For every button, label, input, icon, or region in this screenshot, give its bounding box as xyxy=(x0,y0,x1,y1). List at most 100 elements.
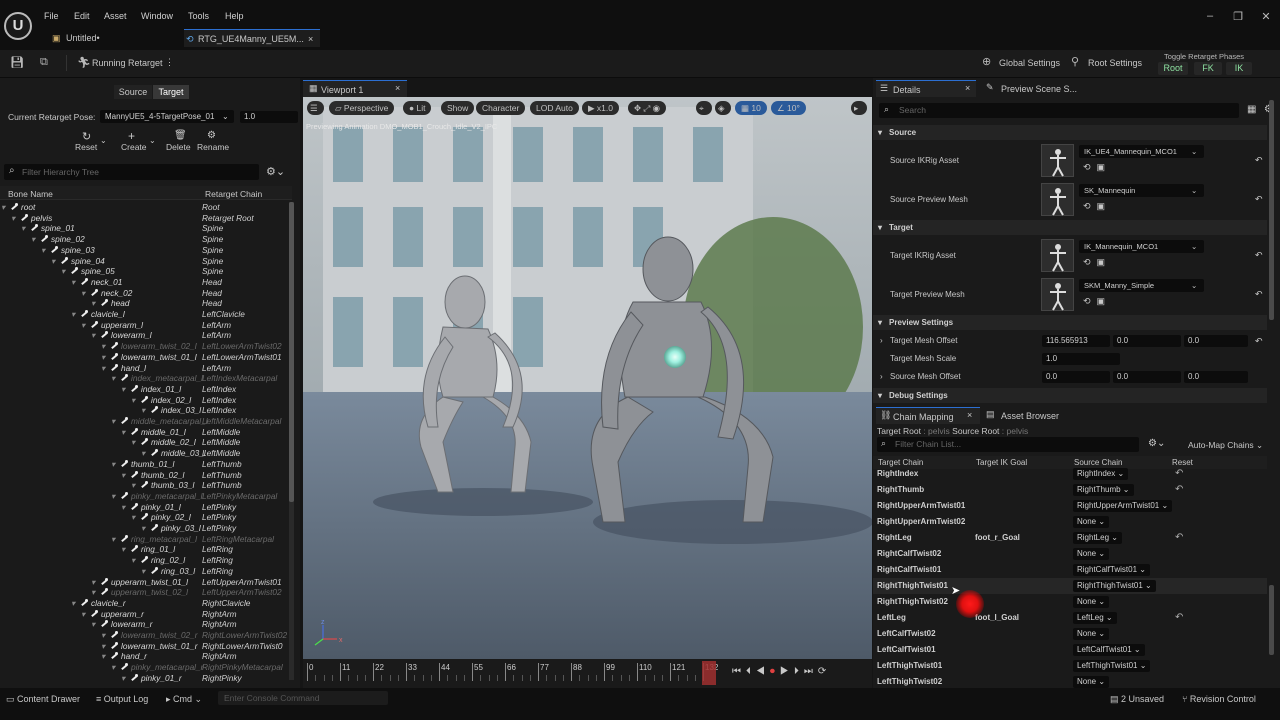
timeline-ruler[interactable]: 0112233445566778899110121132 xyxy=(305,661,725,685)
phase-ik-toggle[interactable]: IK xyxy=(1226,62,1252,75)
chain-mapping-row[interactable]: LeftCalfTwist01 LeftCalfTwist01 ⌄ xyxy=(873,642,1267,658)
expand-arrow-icon[interactable]: ▾ xyxy=(121,502,125,513)
hierarchy-search-input[interactable]: ⌕ Filter Hierarchy Tree xyxy=(4,164,259,180)
expand-arrow-icon[interactable]: ▾ xyxy=(141,566,145,577)
play-speed-button[interactable]: ▶ x1.0 xyxy=(582,101,619,115)
rename-button[interactable]: ⚙ Rename xyxy=(196,130,230,152)
expand-arrow-icon[interactable]: ▾ xyxy=(141,448,145,459)
source-chain-dropdown[interactable]: RightIndex ⌄ xyxy=(1073,468,1129,480)
unreal-logo-icon[interactable]: U xyxy=(4,12,32,40)
expand-arrow-icon[interactable]: ▾ xyxy=(31,234,35,245)
target-offset-y-field[interactable]: 0.0 xyxy=(1113,335,1181,347)
expand-arrow-icon[interactable]: ▾ xyxy=(91,577,95,588)
source-chain-dropdown[interactable]: None ⌄ xyxy=(1073,516,1110,528)
details-search-input[interactable]: ⌕ Search xyxy=(879,103,1239,118)
source-ikrig-dropdown[interactable]: IK_UE4_Mannequin_MCO1 ⌄ xyxy=(1079,145,1204,158)
chain-mapping-row[interactable]: RightThumb RightThumb ⌄ ↶ xyxy=(873,482,1267,498)
chain-mapping-row[interactable]: RightUpperArmTwist02 None ⌄ xyxy=(873,514,1267,530)
reset-arrow-icon[interactable]: ↶ xyxy=(1175,482,1183,498)
expand-arrow-icon[interactable]: ▾ xyxy=(111,534,115,545)
source-chain-dropdown[interactable]: LeftLeg ⌄ xyxy=(1073,612,1117,624)
expand-arrow-icon[interactable]: ▾ xyxy=(91,298,95,309)
bone-row[interactable]: ▾ upperarm_l LeftArm xyxy=(0,320,292,331)
bone-row[interactable]: ▾ pinky_02_l LeftPinky xyxy=(0,512,292,523)
expand-arrow-icon[interactable]: ▾ xyxy=(81,288,85,299)
rotation-snap-button[interactable]: ∠ 10° xyxy=(771,101,806,115)
target-mesh-dropdown[interactable]: SKM_Manny_Simple ⌄ xyxy=(1079,279,1204,292)
reset-arrow-icon[interactable]: ↶ xyxy=(1255,250,1263,261)
chain-mapping-row[interactable]: LeftCalfTwist02 None ⌄ xyxy=(873,626,1267,642)
source-chain-dropdown[interactable]: None ⌄ xyxy=(1073,596,1110,608)
record-icon[interactable]: ⏺ xyxy=(770,666,780,677)
bone-row[interactable]: ▾ index_03_l LeftIndex xyxy=(0,405,292,416)
bone-row[interactable]: ▾ spine_04 Spine xyxy=(0,256,292,267)
reset-arrow-icon[interactable]: ↶ xyxy=(1255,194,1263,205)
global-settings-button[interactable]: ⊕ Global Settings xyxy=(982,56,1062,70)
expand-arrow-icon[interactable]: ▾ xyxy=(131,437,135,448)
expand-arrow-icon[interactable]: ▾ xyxy=(11,213,15,224)
details-scrollbar[interactable] xyxy=(1269,100,1274,320)
tab-untitled[interactable]: ▣ Untitled• xyxy=(52,29,182,47)
chain-mapping-row[interactable]: RightLeg foot_r_Goal RightLeg ⌄ ↶ xyxy=(873,530,1267,546)
expand-arrow-icon[interactable]: ▾ xyxy=(111,491,115,502)
expand-arrow-icon[interactable]: ▾ xyxy=(71,598,75,609)
chain-mapping-row[interactable]: RightCalfTwist02 None ⌄ xyxy=(873,546,1267,562)
bone-row[interactable]: ▾ lowerarm_l LeftArm xyxy=(0,330,292,341)
chain-mapping-tab[interactable]: ⛓︎ Chain Mapping × xyxy=(876,407,980,424)
source-offset-z-field[interactable]: 0.0 xyxy=(1184,371,1248,383)
chain-mapping-row[interactable]: RightIndex RightIndex ⌄ ↶ xyxy=(873,466,1267,482)
expand-arrow-icon[interactable]: ▾ xyxy=(51,256,55,267)
source-chain-dropdown[interactable]: RightThumb ⌄ xyxy=(1073,484,1134,496)
reset-arrow-icon[interactable]: ↶ xyxy=(1255,336,1263,347)
source-offset-y-field[interactable]: 0.0 xyxy=(1113,371,1181,383)
table-view-icon[interactable]: ▦ xyxy=(1247,104,1256,115)
chain-mapping-row[interactable]: RightThighTwist01 RightThighTwist01 ⌄ xyxy=(873,578,1267,594)
cmd-dropdown[interactable]: ▸ Cmd ⌄ xyxy=(166,694,202,705)
bone-row[interactable]: ▾ upperarm_twist_01_l LeftUpperArmTwist01 xyxy=(0,577,292,588)
bone-row[interactable]: ▾ spine_01 Spine xyxy=(0,223,292,234)
pose-blend-field[interactable]: 1.0 xyxy=(240,111,298,123)
viewport-tab[interactable]: ▦ Viewport 1 × xyxy=(303,80,407,97)
auto-map-chains-button[interactable]: Auto-Map Chains ⌄ xyxy=(1188,440,1263,451)
source-section-header[interactable]: ▾ Source xyxy=(873,125,1267,140)
asset-use-browse-icons[interactable]: ⟲▣ xyxy=(1083,257,1111,268)
menu-tools[interactable]: Tools xyxy=(188,11,209,21)
expand-arrow-icon[interactable]: › xyxy=(880,336,883,345)
revision-control-button[interactable]: ⑂ Revision Control xyxy=(1182,694,1256,704)
source-chain-dropdown[interactable]: RightCalfTwist01 ⌄ xyxy=(1073,564,1150,576)
chain-mapping-row[interactable]: LeftLeg foot_l_Goal LeftLeg ⌄ ↶ xyxy=(873,610,1267,626)
menu-edit[interactable]: Edit xyxy=(74,11,90,21)
target-ikrig-dropdown[interactable]: IK_Mannequin_MCO1 ⌄ xyxy=(1079,240,1204,253)
minimize-icon[interactable]: – xyxy=(1198,10,1222,22)
retarget-chain-column-header[interactable]: Retarget Chain xyxy=(205,189,262,199)
console-input[interactable]: Enter Console Command xyxy=(218,691,388,705)
bone-row[interactable]: ▾ pinky_01_l LeftPinky xyxy=(0,502,292,513)
save-icon[interactable]: 💾︎ xyxy=(10,56,24,69)
tab-close-icon[interactable]: × xyxy=(965,83,970,93)
tab-retargeter[interactable]: ⟲ RTG_UE4Manny_UE5M... × xyxy=(184,29,320,47)
snap-icon[interactable]: ⌖ xyxy=(696,101,712,115)
bone-row[interactable]: ▾ clavicle_r RightClavicle xyxy=(0,598,292,609)
bone-row[interactable]: ▾ spine_03 Spine xyxy=(0,245,292,256)
bone-row[interactable]: ▾ spine_05 Spine xyxy=(0,266,292,277)
chain-mapping-row[interactable]: RightCalfTwist01 RightCalfTwist01 ⌄ xyxy=(873,562,1267,578)
bone-name-column-header[interactable]: Bone Name xyxy=(8,189,53,199)
expand-arrow-icon[interactable]: ▾ xyxy=(71,309,75,320)
bone-row[interactable]: ▾ root Root xyxy=(0,202,292,213)
browse-icon[interactable]: ⧉ xyxy=(40,56,48,69)
skip-start-icon[interactable]: ⏮ xyxy=(732,666,746,677)
unsaved-indicator[interactable]: ▤ 2 Unsaved xyxy=(1110,694,1164,705)
source-mesh-dropdown[interactable]: SK_Mannequin ⌄ xyxy=(1079,184,1204,197)
bone-row[interactable]: ▾ lowerarm_twist_02_l LeftLowerArmTwist02 xyxy=(0,341,292,352)
reset-arrow-icon[interactable]: ↶ xyxy=(1175,610,1183,626)
chain-settings-gear-icon[interactable]: ⚙⌄ xyxy=(1148,438,1165,449)
target-offset-z-field[interactable]: 0.0 xyxy=(1184,335,1248,347)
asset-use-browse-icons[interactable]: ⟲▣ xyxy=(1083,201,1111,212)
bone-row[interactable]: ▾ thumb_03_l LeftThumb xyxy=(0,480,292,491)
chain-scrollbar[interactable] xyxy=(1269,585,1274,655)
bone-row[interactable]: ▾ hand_r RightArm xyxy=(0,651,292,662)
expand-arrow-icon[interactable]: ▾ xyxy=(131,512,135,523)
chain-filter-input[interactable]: ⌕ Filter Chain List... xyxy=(877,437,1139,452)
timeline-playhead[interactable] xyxy=(702,661,716,685)
menu-file[interactable]: File xyxy=(44,11,59,21)
